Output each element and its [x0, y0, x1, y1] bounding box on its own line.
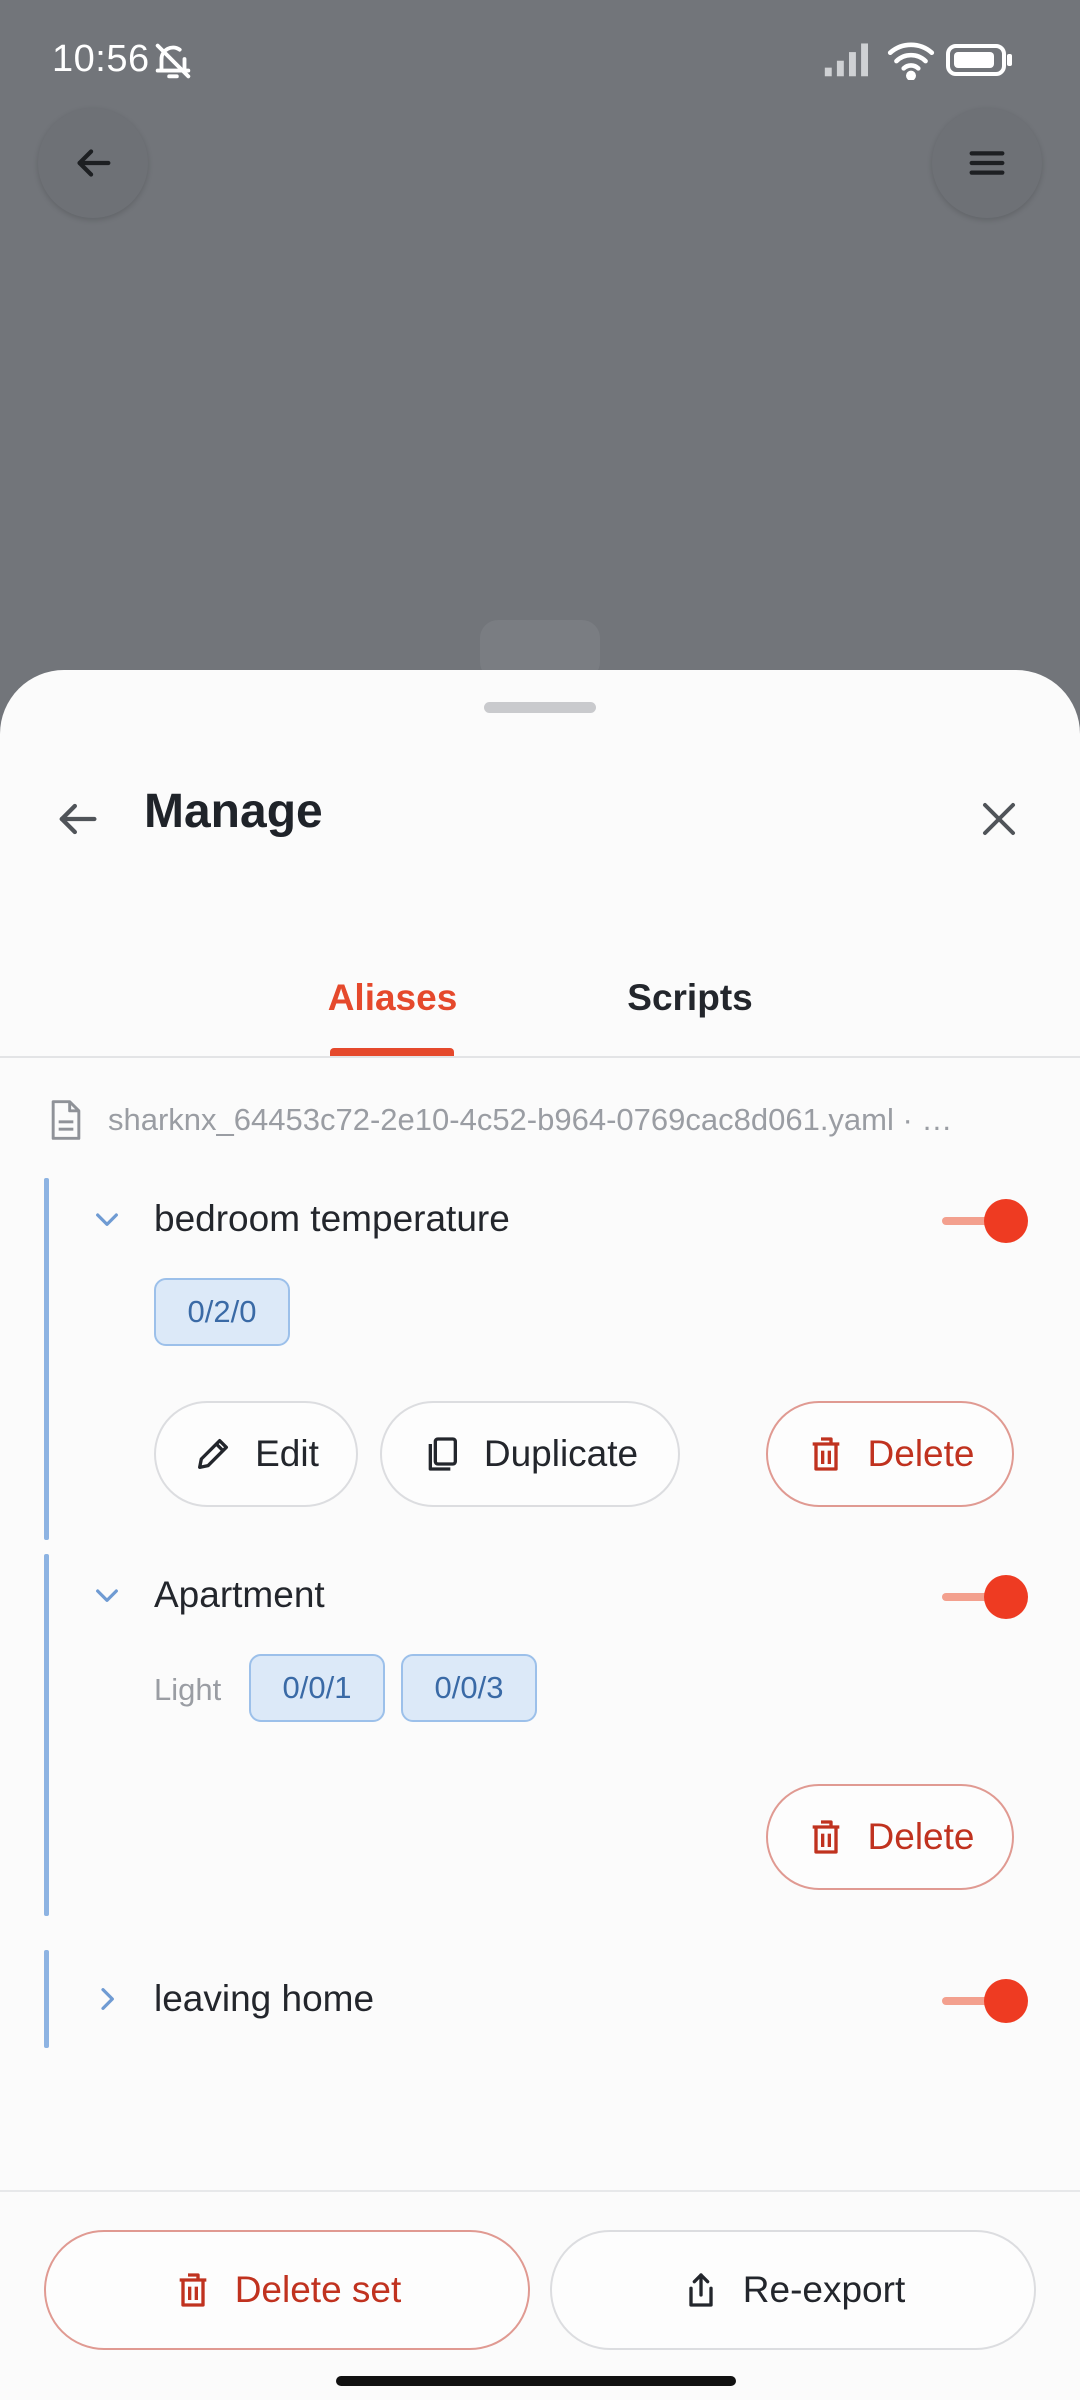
arrow-left-icon: [77, 149, 111, 177]
re-export-button[interactable]: Re-export: [550, 2230, 1036, 2350]
home-indicator[interactable]: [336, 2376, 736, 2386]
file-info: sharknx_64453c72-2e10-4c52-b964-0769cac8…: [46, 1090, 1046, 1150]
edit-label: Edit: [255, 1433, 319, 1474]
alias-group-apartment: Apartment Light 0/0/1 0/0/3 Delete: [44, 1554, 1044, 1916]
file-icon: [51, 1100, 81, 1140]
duplicate-button[interactable]: Duplicate: [380, 1401, 680, 1507]
footer-divider: [0, 2190, 1080, 2192]
sheet-close-button[interactable]: [968, 788, 1030, 850]
trash-icon: [812, 1820, 839, 1854]
group-enable-toggle[interactable]: [942, 1196, 1032, 1246]
group-indicator-bar: [44, 1950, 49, 2048]
sheet-back-button[interactable]: [46, 788, 108, 850]
signal-icon: [824, 43, 868, 77]
duplicate-label: Duplicate: [483, 1433, 639, 1474]
group-indicator-bar: [44, 1178, 49, 1540]
edit-button[interactable]: Edit: [154, 1401, 358, 1507]
background-menu-button[interactable]: [932, 108, 1042, 218]
delete-set-button[interactable]: Delete set: [44, 2230, 530, 2350]
alias-group-leaving-home: leaving home: [44, 1950, 1044, 2048]
tab-aliases[interactable]: Aliases: [310, 940, 475, 1055]
file-name: sharknx_64453c72-2e10-4c52-b964-0769cac8…: [108, 1102, 953, 1137]
group-type-label: Light: [154, 1672, 222, 1707]
chevron-right-icon[interactable]: [86, 1978, 128, 2020]
group-title[interactable]: Apartment: [154, 1574, 325, 1616]
arrow-left-icon: [59, 803, 97, 835]
trash-icon: [812, 1437, 839, 1471]
sheet-title: Manage: [144, 785, 323, 838]
alias-group-bedroom-temperature: bedroom temperature 0/2/0 Edit Duplicate…: [44, 1178, 1044, 1540]
background-back-button[interactable]: [38, 108, 148, 218]
delete-button[interactable]: Delete: [766, 1784, 1014, 1890]
chevron-down-icon[interactable]: [86, 1574, 128, 1616]
address-chip: 0/0/1: [249, 1654, 385, 1722]
group-title[interactable]: bedroom temperature: [154, 1198, 510, 1240]
group-enable-toggle[interactable]: [942, 1976, 1032, 2026]
status-bar: 10:56: [0, 0, 1080, 120]
delete-label: Delete: [867, 1433, 975, 1474]
re-export-label: Re-export: [742, 2269, 906, 2310]
battery-icon: [946, 44, 1012, 76]
status-time: 10:56: [52, 38, 150, 80]
copy-icon: [428, 1437, 457, 1471]
group-title[interactable]: leaving home: [154, 1978, 374, 2020]
manage-bottom-sheet: Manage Aliases Scripts sharknx_64453c72-…: [0, 670, 1080, 2400]
toggle-knob: [984, 1575, 1028, 1619]
group-indicator-bar: [44, 1554, 49, 1916]
group-enable-toggle[interactable]: [942, 1572, 1032, 1622]
active-tab-indicator: [330, 1048, 454, 1056]
toggle-knob: [984, 1979, 1028, 2023]
delete-label: Delete: [867, 1816, 975, 1857]
delete-button[interactable]: Delete: [766, 1401, 1014, 1507]
tab-bar: Aliases Scripts: [0, 940, 1080, 1055]
tab-divider: [0, 1056, 1080, 1058]
address-chip: 0/0/3: [401, 1654, 537, 1722]
address-chip: 0/2/0: [154, 1278, 290, 1346]
close-icon: [983, 803, 1015, 835]
trash-icon: [179, 2273, 207, 2307]
chevron-down-icon[interactable]: [86, 1198, 128, 1240]
share-icon: [689, 2273, 713, 2307]
tab-scripts[interactable]: Scripts: [600, 940, 780, 1055]
hamburger-icon: [969, 151, 1005, 175]
bell-muted-icon: [155, 43, 191, 79]
wifi-icon: [887, 42, 935, 80]
delete-set-label: Delete set: [234, 2269, 402, 2310]
toggle-knob: [984, 1199, 1028, 1243]
sheet-drag-handle[interactable]: [484, 702, 596, 713]
pencil-icon: [198, 1439, 229, 1469]
